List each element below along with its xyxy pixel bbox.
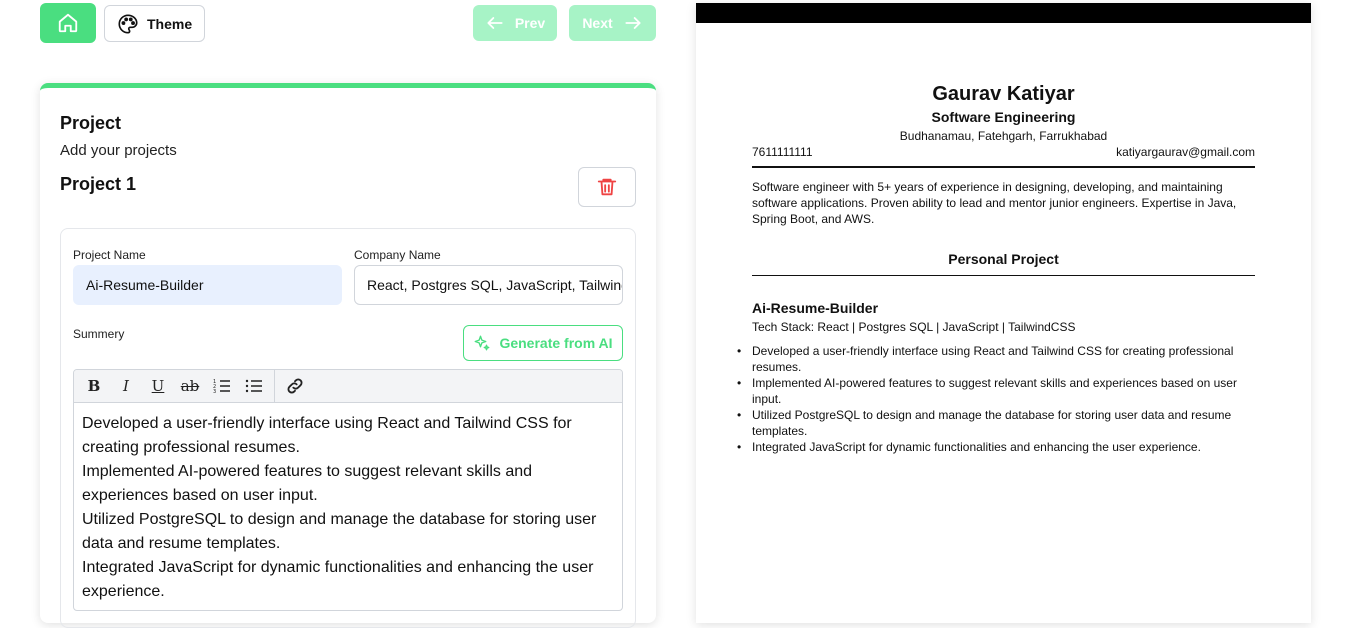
summary-line: Integrated JavaScript for dynamic functi… xyxy=(82,559,594,600)
resume-theme-bar xyxy=(696,3,1311,23)
company-name-input[interactable]: React, Postgres SQL, JavaScript, Tailwin… xyxy=(354,265,623,305)
resume-phone: 7611111111 xyxy=(752,145,813,159)
delete-project-button[interactable] xyxy=(578,167,636,207)
resume-bullet: Utilized PostgreSQL to design and manage… xyxy=(737,407,1255,439)
summary-line: Developed a user-friendly interface usin… xyxy=(82,415,572,456)
resume-summary: Software engineer with 5+ years of exper… xyxy=(752,180,1237,226)
resume-name: Gaurav Katiyar xyxy=(932,83,1075,105)
summary-line: Implemented AI-powered features to sugge… xyxy=(82,463,533,504)
resume-header-divider xyxy=(752,166,1255,168)
resume-preview: Gaurav Katiyar Software Engineering Budh… xyxy=(696,3,1311,623)
editor-content[interactable]: Developed a user-friendly interface usin… xyxy=(74,403,622,610)
project-heading: Project 1 xyxy=(60,174,137,194)
project-name-label: Project Name xyxy=(73,248,146,262)
ordered-list-button[interactable]: 1 2 3 xyxy=(206,370,238,403)
resume-bullet-list: Developed a user-friendly interface usin… xyxy=(737,343,1255,455)
link-button[interactable] xyxy=(279,370,311,403)
project-entry: Project Name Ai-Resume-Builder Company N… xyxy=(60,228,636,628)
form-title: Project xyxy=(60,113,122,133)
resume-email: katiyargaurav@gmail.com xyxy=(1116,145,1255,159)
bullet-list-button[interactable] xyxy=(238,370,270,403)
trash-icon xyxy=(597,178,617,196)
form-subtitle: Add your projects xyxy=(60,142,177,159)
resume-address: Budhanamau, Fatehgarh, Farrukhabad xyxy=(899,129,1108,143)
strikethrough-button[interactable]: ab xyxy=(174,370,206,403)
resume-role: Software Engineering xyxy=(931,109,1076,125)
link-icon xyxy=(287,378,303,394)
company-name-label: Company Name xyxy=(354,248,441,262)
bold-button[interactable]: B xyxy=(78,370,110,403)
summary-line: Utilized PostgreSQL to design and manage… xyxy=(82,511,597,552)
generate-from-ai-button[interactable]: Generate from AI xyxy=(463,325,623,361)
resume-bullet: Implemented AI-powered features to sugge… xyxy=(737,375,1255,407)
theme-label: Theme xyxy=(147,15,193,32)
bullet-list-icon xyxy=(245,379,262,393)
resume-section-divider xyxy=(752,275,1255,276)
theme-button[interactable]: Theme xyxy=(104,5,205,42)
top-toolbar: Theme Prev Next xyxy=(40,3,656,43)
summary-label: Summery xyxy=(73,327,125,341)
prev-label: Prev xyxy=(514,15,546,31)
next-button[interactable]: Next xyxy=(569,5,656,41)
arrow-right-icon xyxy=(625,17,641,29)
resume-bullet: Integrated JavaScript for dynamic functi… xyxy=(737,439,1255,455)
project-name-input[interactable]: Ai-Resume-Builder xyxy=(73,265,342,305)
summary-editor[interactable]: B I U ab 1 2 3 Developed a user-friendly… xyxy=(73,369,623,611)
resume-tech-stack: Tech Stack: React | Postgres SQL | JavaS… xyxy=(752,320,1076,334)
palette-icon xyxy=(118,13,138,34)
editor-toolbar: B I U ab 1 2 3 xyxy=(74,370,622,403)
resume-bullet: Developed a user-friendly interface usin… xyxy=(737,343,1255,375)
project-form-card: Project Add your projects Project 1 Proj… xyxy=(40,83,656,628)
home-button[interactable] xyxy=(40,3,96,43)
underline-button[interactable]: U xyxy=(142,370,174,403)
resume-project-title: Ai-Resume-Builder xyxy=(752,300,879,316)
ordered-list-icon: 1 2 3 xyxy=(213,379,230,394)
sparkles-icon xyxy=(475,335,490,351)
toolbar-divider xyxy=(274,370,275,403)
next-label: Next xyxy=(582,15,613,31)
resume-section-title: Personal Project xyxy=(948,251,1059,267)
generate-label: Generate from AI xyxy=(499,335,613,351)
prev-button[interactable]: Prev xyxy=(473,5,557,41)
italic-button[interactable]: I xyxy=(110,370,142,403)
arrow-left-icon xyxy=(487,17,503,29)
home-icon xyxy=(58,13,78,33)
svg-text:3: 3 xyxy=(213,389,216,394)
